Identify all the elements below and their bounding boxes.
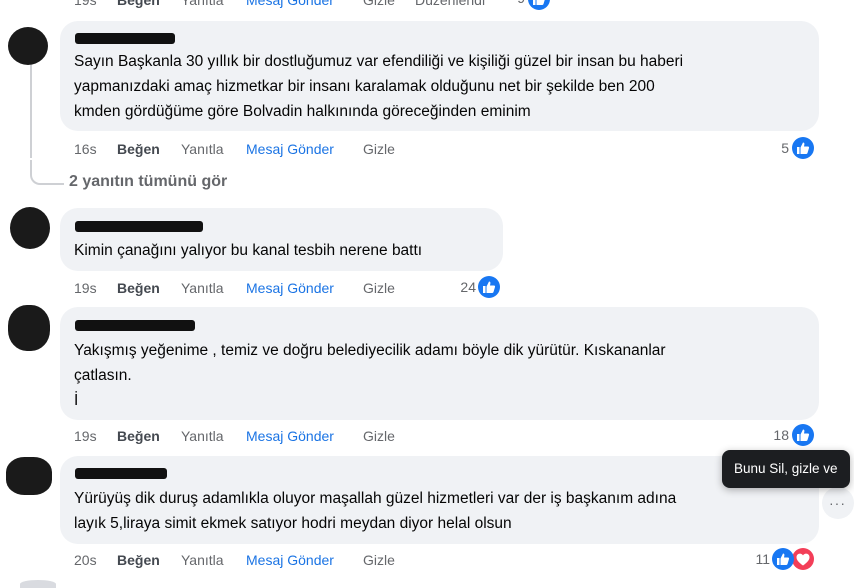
next-avatar-partial <box>20 580 56 588</box>
comment-text: Sayın Başkanla 30 yıllık bir dostluğumuz… <box>74 53 684 120</box>
like-button[interactable]: Beğen <box>117 280 160 296</box>
avatar[interactable] <box>6 457 52 495</box>
reaction-count: 9 <box>505 0 525 6</box>
reply-button[interactable]: Yanıtla <box>181 280 224 296</box>
hide-button[interactable]: Gizle <box>363 141 395 157</box>
comment-actions: 19s Beğen Yanıtla Mesaj Gönder Gizle <box>74 426 574 446</box>
like-button[interactable]: Beğen <box>117 428 160 444</box>
reaction-count[interactable]: 5 <box>765 140 789 156</box>
send-message-button[interactable]: Mesaj Gönder <box>246 552 334 568</box>
comment-time[interactable]: 16s <box>74 141 97 157</box>
comment-text: Kimin çanağını yalıyor bu kanal tesbih n… <box>74 242 423 259</box>
reaction-count[interactable]: 18 <box>765 427 789 443</box>
more-options-button[interactable]: ··· <box>822 487 854 519</box>
love-reaction-icon <box>792 548 814 570</box>
like-button[interactable]: Beğen <box>117 552 160 568</box>
tooltip: Bunu Sil, gizle ve <box>722 450 850 488</box>
comment-text: Yürüyüş dik duruş adamlıkla oluyor maşal… <box>74 490 677 532</box>
edited-label: Düzenlendi <box>415 0 486 8</box>
hide-button[interactable]: Gizle <box>363 428 395 444</box>
reply-button[interactable]: Yanıtla <box>181 141 224 157</box>
hide-button[interactable]: Gizle <box>363 280 395 296</box>
top-actions-row: 19s Beğen Yanıtla Mesaj Gönder Gizle Düz… <box>74 0 574 10</box>
send-message-button[interactable]: Mesaj Gönder <box>246 0 334 8</box>
comment-time[interactable]: 19s <box>74 280 97 296</box>
reply-button[interactable]: Yanıtla <box>181 0 224 8</box>
like-button[interactable]: Beğen <box>117 141 160 157</box>
author-name-redacted[interactable] <box>75 468 167 479</box>
view-all-replies-link[interactable]: 2 yanıtın tümünü gör <box>69 173 227 191</box>
comment-actions: 16s Beğen Yanıtla Mesaj Gönder Gizle <box>74 139 574 159</box>
like-reaction-icon <box>792 137 814 159</box>
reaction-count[interactable]: 11 <box>748 551 770 567</box>
hide-button[interactable]: Gizle <box>363 0 395 8</box>
like-reaction-icon <box>478 276 500 298</box>
reply-button[interactable]: Yanıtla <box>181 552 224 568</box>
reaction-count[interactable]: 24 <box>452 279 476 295</box>
avatar[interactable] <box>8 27 48 65</box>
hide-button[interactable]: Gizle <box>363 552 395 568</box>
author-name-redacted[interactable] <box>75 320 195 331</box>
author-name-redacted[interactable] <box>75 33 175 44</box>
avatar[interactable] <box>10 207 50 249</box>
like-reaction-icon <box>792 424 814 446</box>
send-message-button[interactable]: Mesaj Gönder <box>246 280 334 296</box>
comment-actions: 20s Beğen Yanıtla Mesaj Gönder Gizle <box>74 550 574 570</box>
reply-button[interactable]: Yanıtla <box>181 428 224 444</box>
comment-time: 19s <box>74 0 97 8</box>
send-message-button[interactable]: Mesaj Gönder <box>246 141 334 157</box>
more-options-icon: ··· <box>829 495 846 511</box>
like-reaction-icon <box>772 548 794 570</box>
like-button[interactable]: Beğen <box>117 0 160 8</box>
send-message-button[interactable]: Mesaj Gönder <box>246 428 334 444</box>
author-name-redacted[interactable] <box>75 221 203 232</box>
comment-text: Yakışmış yeğenime , temiz ve doğru beled… <box>74 342 666 409</box>
comment-time[interactable]: 19s <box>74 428 97 444</box>
thread-connector <box>30 160 64 185</box>
comment-time[interactable]: 20s <box>74 552 97 568</box>
avatar[interactable] <box>8 305 50 351</box>
